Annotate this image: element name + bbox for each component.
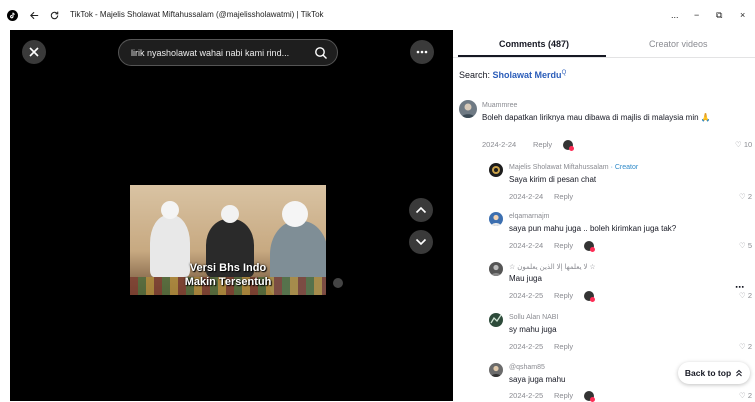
- avatar[interactable]: [489, 163, 503, 177]
- avatar[interactable]: [489, 212, 503, 226]
- comment-username[interactable]: Muammree: [482, 102, 517, 109]
- comment-text: Mau juga: [509, 274, 542, 283]
- creator-liked-badge-icon: [584, 291, 595, 302]
- like-count-value: 2: [747, 192, 752, 201]
- close-window-icon[interactable]: ×: [740, 10, 745, 20]
- comment-username[interactable]: ☆ لا يعلمها إلا الذين يعلمون ☆: [509, 263, 596, 271]
- like-count-value: 10: [743, 140, 753, 149]
- video-person-head: [221, 205, 239, 223]
- panel-tabs: Comments (487) Creator videos: [453, 30, 755, 58]
- next-video-button[interactable]: [409, 230, 433, 254]
- like-count[interactable]: ♡ 10: [735, 140, 752, 149]
- video-search-bar[interactable]: lirik nyasholawat wahai nabi kami rind..…: [118, 39, 338, 66]
- comment-search-hint: Search: Sholawat MerduQ: [459, 70, 566, 80]
- close-icon: [29, 47, 39, 57]
- search-small-icon: Q: [561, 70, 567, 76]
- like-count[interactable]: ♡ 5: [739, 241, 752, 250]
- like-count-value: 2: [747, 342, 752, 351]
- reply-item: Majelis Sholawat Miftahussalam · Creator…: [489, 163, 755, 203]
- comment-date: 2024-2-24: [509, 192, 544, 201]
- like-count[interactable]: ♡ 2: [739, 342, 752, 351]
- more-options-icon[interactable]: ...: [671, 10, 679, 20]
- back-to-top-button[interactable]: Back to top: [678, 362, 750, 384]
- creator-liked-badge-icon: [563, 140, 574, 151]
- tab-divider: [453, 57, 755, 58]
- search-query-text[interactable]: lirik nyasholawat wahai nabi kami rind..…: [131, 48, 311, 58]
- comment-more-icon[interactable]: ⋯: [735, 282, 744, 293]
- window-title: TikTok - Majelis Sholawat Miftahussalam …: [70, 10, 324, 19]
- video-person-head: [161, 201, 179, 219]
- search-term-link[interactable]: Sholawat Merdu: [493, 70, 562, 80]
- reload-icon[interactable]: [48, 9, 60, 21]
- comments-panel: Comments (487) Creator videos Search: Sh…: [453, 30, 755, 402]
- search-icon[interactable]: [314, 46, 328, 60]
- like-count[interactable]: ♡ 2: [739, 391, 752, 400]
- comment-text: Saya kirim di pesan chat: [509, 175, 597, 184]
- search-label: Search:: [459, 70, 491, 80]
- comment-date: 2024-2-24: [509, 241, 544, 250]
- video-person-head: [282, 201, 308, 227]
- comment-date: 2024-2-25: [509, 391, 544, 400]
- reply-link[interactable]: Reply: [554, 291, 573, 300]
- like-count-value: 5: [747, 241, 752, 250]
- avatar[interactable]: [489, 262, 503, 276]
- reply-item: elqamarnajm saya pun mahu juga .. boleh …: [489, 212, 755, 252]
- comment-date: 2024-2-24: [482, 140, 517, 149]
- reply-item: Sollu Alan NABI sy mahu juga 2024-2-25 R…: [489, 313, 755, 353]
- close-video-button[interactable]: [22, 40, 46, 64]
- avatar[interactable]: [489, 363, 503, 377]
- reply-link[interactable]: Reply: [554, 391, 573, 400]
- ellipsis-icon: [416, 50, 428, 54]
- comment-username[interactable]: elqamarnajm: [509, 213, 549, 220]
- double-chevron-up-icon: [736, 369, 742, 377]
- video-frame[interactable]: Versi Bhs Indo Makin Tersentuh: [130, 185, 326, 295]
- comment-item: Muammree Boleh dapatkan liriknya mau dib…: [459, 100, 755, 156]
- like-count-value: 2: [747, 291, 752, 300]
- comment-text: Boleh dapatkan liriknya mau dibawa di ma…: [482, 113, 711, 122]
- back-arrow-icon[interactable]: [28, 9, 40, 21]
- reply-link[interactable]: Reply: [554, 192, 573, 201]
- back-to-top-label: Back to top: [684, 368, 732, 378]
- comment-text: saya juga mahu: [509, 375, 566, 384]
- comment-text: saya pun mahu juga .. boleh kirimkan jug…: [509, 224, 677, 233]
- chevron-up-icon: [415, 206, 427, 214]
- chevron-down-icon: [415, 238, 427, 246]
- reply-link[interactable]: Reply: [533, 140, 552, 149]
- video-caption-line: Makin Tersentuh: [184, 276, 272, 288]
- reply-link[interactable]: Reply: [554, 342, 573, 351]
- video-player[interactable]: lirik nyasholawat wahai nabi kami rind..…: [10, 30, 453, 401]
- tab-comments[interactable]: Comments (487): [499, 39, 569, 49]
- tiktok-logo-icon: [6, 9, 18, 21]
- comment-text: sy mahu juga: [509, 325, 557, 334]
- creator-tag: · Creator: [610, 164, 639, 171]
- tab-creator-videos[interactable]: Creator videos: [649, 39, 708, 49]
- reply-item: ☆ لا يعلمها إلا الذين يعلمون ☆ Mau juga …: [489, 262, 755, 302]
- video-caption-line: Versi Bhs Indo: [189, 262, 267, 274]
- browser-titlebar: TikTok - Majelis Sholawat Miftahussalam …: [0, 0, 755, 30]
- like-count-value: 2: [747, 391, 752, 400]
- progress-dot[interactable]: [333, 278, 343, 288]
- video-more-button[interactable]: [410, 40, 434, 64]
- comment-date: 2024-2-25: [509, 342, 544, 351]
- comment-username[interactable]: @qsham85: [509, 364, 545, 371]
- reply-link[interactable]: Reply: [554, 241, 573, 250]
- comment-username[interactable]: Majelis Sholawat Miftahussalam · Creator: [509, 164, 638, 171]
- creator-name: Majelis Sholawat Miftahussalam: [509, 164, 609, 171]
- avatar[interactable]: [489, 313, 503, 327]
- avatar[interactable]: [459, 100, 477, 118]
- comment-username[interactable]: Sollu Alan NABI: [509, 314, 558, 321]
- minimize-icon[interactable]: −: [694, 10, 699, 20]
- like-count[interactable]: ♡ 2: [739, 192, 752, 201]
- creator-liked-badge-icon: [584, 391, 595, 402]
- comment-date: 2024-2-25: [509, 291, 544, 300]
- creator-liked-badge-icon: [584, 241, 595, 252]
- restore-icon[interactable]: ⧉: [716, 10, 722, 20]
- previous-video-button[interactable]: [409, 198, 433, 222]
